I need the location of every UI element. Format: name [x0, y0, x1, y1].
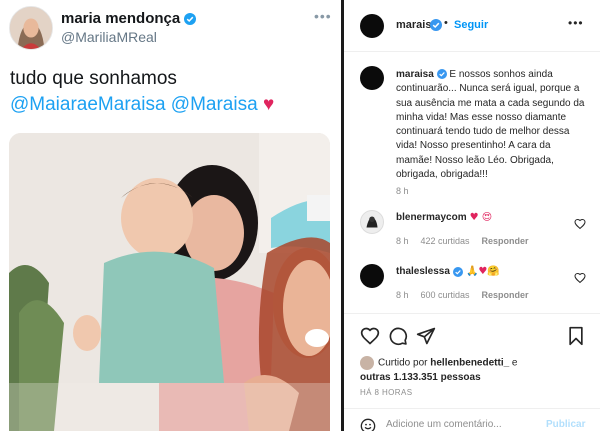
caption-timestamp: 8 h [396, 186, 409, 196]
comment-meta: 8 h 600 curtidas Responder [396, 290, 529, 300]
share-paper-plane-icon[interactable] [416, 326, 436, 346]
reply-button[interactable]: Responder [482, 236, 529, 246]
tweet-author-handle[interactable]: @MariliaMReal [61, 29, 157, 45]
tweet-more-icon[interactable]: ••• [314, 8, 332, 24]
tweet-mention-maiaraemaraisa[interactable]: @MaiaraeMaraisa [10, 94, 166, 115]
comment-item: thaleslessa 🙏♥🤗 8 h 600 curtidas Respond… [360, 264, 594, 304]
post-author-avatar[interactable] [360, 14, 384, 38]
comment-body: thaleslessa 🙏♥🤗 [396, 266, 500, 277]
tweet-card: maria mendonça @MariliaMReal ••• tudo qu… [0, 0, 342, 431]
liked-by-mid: e [509, 357, 518, 369]
comment-username[interactable]: thaleslessa [396, 266, 450, 277]
comment-emoji: ♥ 😍 [469, 212, 493, 223]
caption-text: maraisa E nossos sonhos ainda continuarã… [396, 68, 586, 182]
tweet-author-name[interactable]: maria mendonça [61, 10, 197, 27]
tweet-author-name-text: maria mendonça [61, 10, 181, 27]
caption-username[interactable]: maraisa [396, 69, 434, 80]
liked-by-others[interactable]: outras 1.133.351 pessoas [360, 372, 481, 383]
verified-badge-icon [184, 12, 197, 25]
caption-author-avatar[interactable] [360, 66, 384, 90]
comment-username[interactable]: blenermaycom [396, 212, 467, 223]
tweet-author-avatar[interactable] [9, 6, 53, 50]
caption-body: E nossos sonhos ainda continuarão... Nun… [396, 69, 585, 181]
verified-badge-icon [452, 266, 463, 277]
save-bookmark-icon[interactable] [566, 326, 586, 346]
follow-button[interactable]: Seguir [454, 19, 488, 31]
post-timestamp: HÁ 8 HORAS [360, 388, 413, 397]
liked-by-prefix: Curtido por [378, 357, 431, 369]
tweet-photo[interactable] [9, 133, 330, 431]
like-heart-icon[interactable] [360, 326, 380, 346]
verified-badge-icon [430, 19, 442, 31]
publish-button[interactable]: Publicar [546, 419, 585, 430]
heart-emoji-icon: ♥ [262, 94, 275, 115]
comment-body: blenermaycom ♥ 😍 [396, 212, 492, 223]
liked-by-user[interactable]: hellenbenedetti_ [430, 358, 509, 369]
liker-avatar[interactable] [360, 356, 374, 370]
add-comment-bar: Publicar [344, 408, 600, 431]
reply-button[interactable]: Responder [482, 290, 529, 300]
separator-dot: • [444, 17, 448, 29]
post-header: maraisa • Seguir ••• [344, 0, 600, 52]
comment-like-heart-icon[interactable] [574, 272, 586, 284]
comment-time: 8 h [396, 236, 409, 246]
tweet-text-prefix: tudo que sonhamos [10, 68, 177, 89]
comment-likes[interactable]: 422 curtidas [421, 236, 470, 246]
comment-item: blenermaycom ♥ 😍 8 h 422 curtidas Respon… [360, 210, 594, 250]
post-options-icon[interactable]: ••• [568, 16, 584, 30]
comment-input[interactable] [386, 419, 536, 430]
comment-avatar[interactable] [360, 210, 384, 234]
comment-time: 8 h [396, 290, 409, 300]
comment-likes[interactable]: 600 curtidas [421, 290, 470, 300]
comment-like-heart-icon[interactable] [574, 218, 586, 230]
instagram-post-panel: maraisa • Seguir ••• maraisa E nossos so… [344, 0, 600, 431]
comment-meta: 8 h 422 curtidas Responder [396, 236, 529, 246]
comment-bubble-icon[interactable] [388, 326, 408, 346]
liked-by-summary: Curtido por hellenbenedetti_ e outras 1.… [360, 356, 590, 385]
post-actions-bar [344, 313, 600, 353]
tweet-text: tudo que sonhamos @MaiaraeMaraisa @Marai… [10, 66, 335, 118]
verified-badge-icon [436, 69, 447, 80]
comment-avatar[interactable] [360, 264, 384, 288]
comment-emoji: 🙏♥🤗 [465, 266, 500, 277]
tweet-mention-maraisa[interactable]: @Maraisa [171, 94, 258, 115]
emoji-smile-icon[interactable] [360, 418, 376, 431]
